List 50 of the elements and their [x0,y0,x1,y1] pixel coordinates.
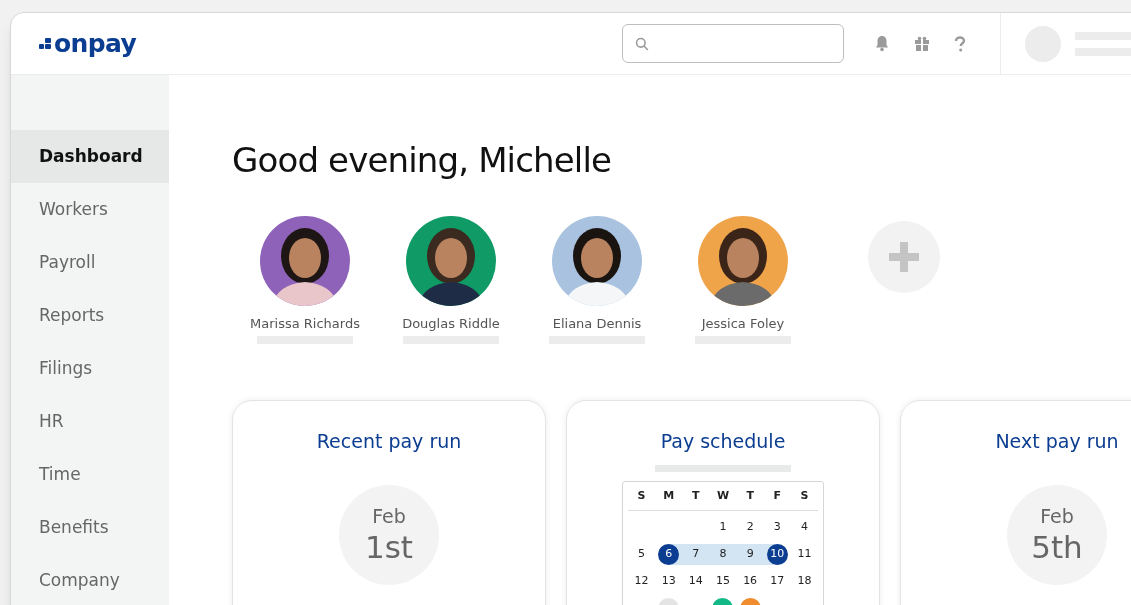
notifications-icon[interactable] [874,35,890,52]
gift-icon[interactable] [914,35,930,52]
calendar-day[interactable]: 5 [631,543,653,565]
calendar-day[interactable]: 2 [739,516,761,538]
card-title: Pay schedule [660,428,786,454]
date-day: 1st [365,532,413,563]
team-member-name: Douglas Riddle [402,315,500,333]
sidebar-item[interactable]: Filings [11,342,169,395]
calendar-day[interactable]: 13 [658,570,680,592]
calendar-day[interactable]: 1 [712,516,734,538]
team-member-name: Jessica Foley [701,315,785,333]
card-title: Next pay run [995,428,1119,454]
team-member-name: Marissa Richards [250,315,360,333]
logo-icon [39,38,51,49]
card-title: Recent pay run [316,428,462,454]
sidebar-item[interactable]: Workers [11,183,169,236]
sidebar-item[interactable]: Benefits [11,501,169,554]
search-field[interactable] [622,24,844,63]
weekday-label: W [715,488,731,504]
weekday-label: T [745,488,755,504]
sidebar-item[interactable]: HR [11,395,169,448]
date-day: 5th [1031,532,1083,563]
calendar-day[interactable]: 17 [766,570,788,592]
plus-icon [889,242,919,272]
weekday-label: T [691,488,701,504]
calendar-day[interactable]: 16 [739,570,761,592]
logo-text: onpay [54,31,137,56]
calendar-day[interactable]: 4 [793,516,815,538]
sidebar-item[interactable]: Reports [11,289,169,342]
sidebar-item[interactable]: Dashboard [11,130,169,183]
date-month: Feb [1040,507,1074,526]
sidebar-item[interactable]: Company [11,554,169,605]
team-member-name: Eliana Dennis [552,315,642,333]
calendar-day[interactable]: 12 [631,570,653,592]
date-month: Feb [372,507,406,526]
weekday-label: S [636,488,647,504]
sidebar-item[interactable]: Payroll [11,236,169,289]
weekday-label: S [799,488,810,504]
calendar-day[interactable]: 10 [766,543,788,565]
help-icon[interactable] [954,35,966,52]
greeting-heading: Good evening, Michelle [232,143,613,177]
weekday-label: F [772,488,783,504]
calendar-day[interactable]: 11 [793,543,815,565]
calendar-day[interactable]: 3 [766,516,788,538]
sidebar-item[interactable]: Time [11,448,169,501]
weekday-label: M [662,488,676,504]
calendar-day[interactable]: 15 [712,570,734,592]
calendar-day[interactable]: 6 [658,543,680,565]
calendar-day[interactable]: 18 [793,570,815,592]
calendar-day[interactable]: 14 [685,570,707,592]
